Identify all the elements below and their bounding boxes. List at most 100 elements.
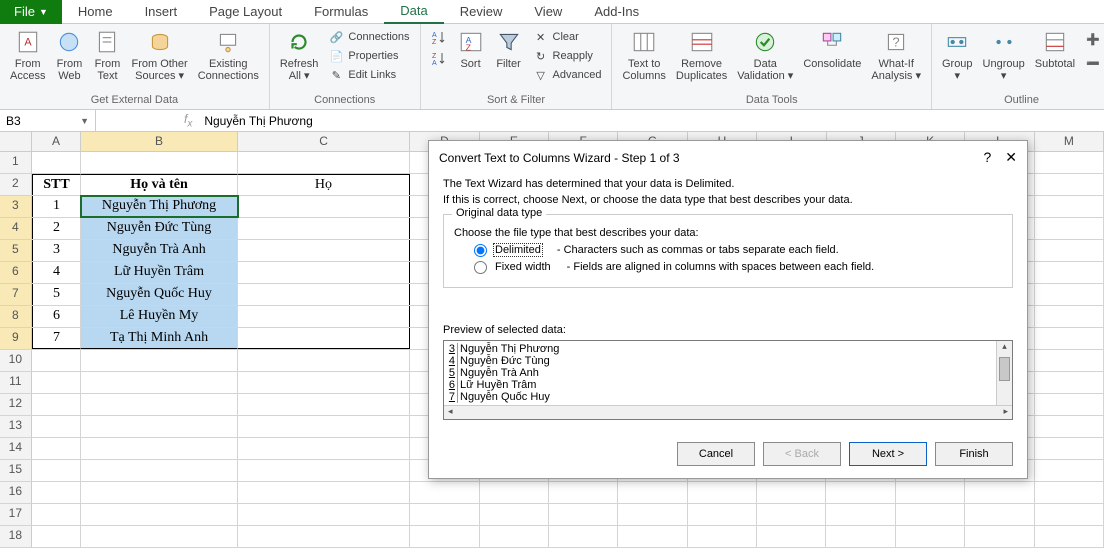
cell-J18[interactable] [826, 526, 895, 547]
formula-input[interactable]: Nguyễn Thị Phương [200, 114, 1104, 128]
cell-B5[interactable]: Nguyễn Trà Anh [81, 240, 238, 261]
cell-G17[interactable] [618, 504, 687, 525]
cell-K17[interactable] [896, 504, 965, 525]
cell-K18[interactable] [896, 526, 965, 547]
tab-insert[interactable]: Insert [129, 0, 194, 23]
filter-button[interactable]: Filter [491, 26, 527, 72]
row-7[interactable]: 7 [0, 284, 32, 305]
from-access-button[interactable]: AFrom Access [6, 26, 49, 84]
cell-M3[interactable] [1035, 196, 1104, 217]
cell-M18[interactable] [1035, 526, 1104, 547]
cell-C1[interactable] [238, 152, 410, 173]
from-web-button[interactable]: From Web [51, 26, 87, 84]
row-8[interactable]: 8 [0, 306, 32, 327]
cell-C14[interactable] [238, 438, 410, 459]
cell-C6[interactable] [238, 262, 410, 283]
cell-B16[interactable] [81, 482, 238, 503]
fixed-width-radio[interactable] [474, 261, 487, 274]
cell-C7[interactable] [238, 284, 410, 305]
advanced-button[interactable]: ▽Advanced [531, 66, 604, 84]
row-6[interactable]: 6 [0, 262, 32, 283]
cell-J17[interactable] [826, 504, 895, 525]
cancel-button[interactable]: Cancel [677, 442, 755, 466]
cell-B14[interactable] [81, 438, 238, 459]
cell-M10[interactable] [1035, 350, 1104, 371]
existing-connections-button[interactable]: Existing Connections [194, 26, 263, 84]
cell-C4[interactable] [238, 218, 410, 239]
cell-B7[interactable]: Nguyễn Quốc Huy [81, 284, 238, 305]
sort-asc-button[interactable]: AZ [429, 28, 449, 46]
select-all-corner[interactable] [0, 132, 32, 151]
cell-M12[interactable] [1035, 394, 1104, 415]
data-validation-button[interactable]: Data Validation ▾ [733, 26, 797, 84]
back-button[interactable]: < Back [763, 442, 841, 466]
cell-B17[interactable] [81, 504, 238, 525]
from-other-button[interactable]: From Other Sources ▾ [127, 26, 191, 84]
cell-C16[interactable] [238, 482, 410, 503]
remove-duplicates-button[interactable]: Remove Duplicates [672, 26, 731, 84]
next-button[interactable]: Next > [849, 442, 927, 466]
cell-I17[interactable] [757, 504, 826, 525]
consolidate-button[interactable]: Consolidate [799, 26, 865, 72]
cell-B13[interactable] [81, 416, 238, 437]
col-C[interactable]: C [238, 132, 410, 151]
row-14[interactable]: 14 [0, 438, 32, 459]
cell-M5[interactable] [1035, 240, 1104, 261]
close-button[interactable]: ✕ [1005, 149, 1017, 166]
cell-I16[interactable] [757, 482, 826, 503]
cell-A10[interactable] [32, 350, 82, 371]
cell-B2[interactable]: Họ và tên [81, 174, 238, 195]
cell-B1[interactable] [81, 152, 238, 173]
cell-M4[interactable] [1035, 218, 1104, 239]
cell-A11[interactable] [32, 372, 82, 393]
cell-B6[interactable]: Lữ Huyền Trâm [81, 262, 238, 283]
cell-F16[interactable] [549, 482, 618, 503]
cell-A18[interactable] [32, 526, 82, 547]
cell-A5[interactable]: 3 [32, 240, 82, 261]
tab-formulas[interactable]: Formulas [298, 0, 384, 23]
cell-C18[interactable] [238, 526, 410, 547]
row-17[interactable]: 17 [0, 504, 32, 525]
help-button[interactable]: ? [983, 149, 991, 166]
cell-M9[interactable] [1035, 328, 1104, 349]
cell-F18[interactable] [549, 526, 618, 547]
cell-A14[interactable] [32, 438, 82, 459]
row-4[interactable]: 4 [0, 218, 32, 239]
delimited-radio[interactable] [474, 244, 487, 257]
tab-data[interactable]: Data [384, 0, 443, 24]
tab-view[interactable]: View [518, 0, 578, 23]
properties-button[interactable]: 📄Properties [326, 47, 411, 65]
cell-A8[interactable]: 6 [32, 306, 82, 327]
cell-A12[interactable] [32, 394, 82, 415]
row-13[interactable]: 13 [0, 416, 32, 437]
tab-home[interactable]: Home [62, 0, 129, 23]
fixed-label[interactable]: Fixed width [493, 260, 553, 274]
cell-H16[interactable] [688, 482, 757, 503]
delimited-label[interactable]: Delimited [493, 243, 543, 257]
subtotal-button[interactable]: Subtotal [1031, 26, 1079, 72]
cell-D17[interactable] [410, 504, 479, 525]
cell-I18[interactable] [757, 526, 826, 547]
cell-E17[interactable] [480, 504, 549, 525]
cell-A1[interactable] [32, 152, 82, 173]
cell-A2[interactable]: STT [32, 174, 82, 195]
cell-M13[interactable] [1035, 416, 1104, 437]
finish-button[interactable]: Finish [935, 442, 1013, 466]
cell-M14[interactable] [1035, 438, 1104, 459]
cell-B9[interactable]: Tạ Thị Minh Anh [81, 328, 238, 349]
cell-B15[interactable] [81, 460, 238, 481]
cell-B11[interactable] [81, 372, 238, 393]
tab-addins[interactable]: Add-Ins [578, 0, 655, 23]
reapply-button[interactable]: ↻Reapply [531, 47, 604, 65]
cell-C15[interactable] [238, 460, 410, 481]
cell-L17[interactable] [965, 504, 1034, 525]
row-9[interactable]: 9 [0, 328, 32, 349]
editlinks-button[interactable]: ✎Edit Links [326, 66, 411, 84]
show-detail-button[interactable]: ➕ [1083, 30, 1103, 48]
preview-vscroll[interactable]: ▴ [996, 341, 1012, 405]
cell-J16[interactable] [826, 482, 895, 503]
cell-C11[interactable] [238, 372, 410, 393]
row-16[interactable]: 16 [0, 482, 32, 503]
cell-L18[interactable] [965, 526, 1034, 547]
tab-pagelayout[interactable]: Page Layout [193, 0, 298, 23]
